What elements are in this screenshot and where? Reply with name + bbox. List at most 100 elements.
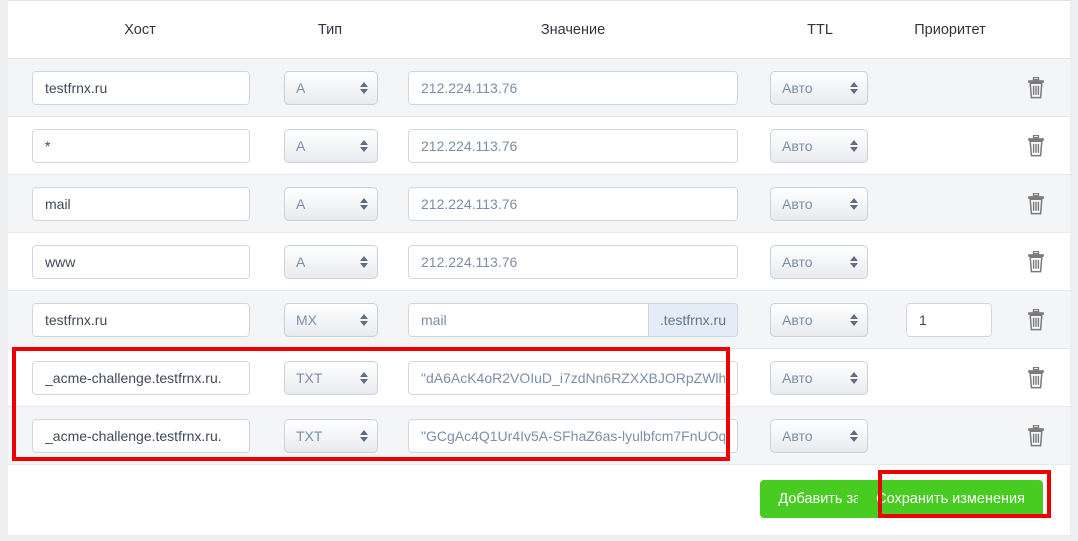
- table-row: A Авто: [8, 117, 1070, 175]
- cell-ttl: Авто: [770, 175, 868, 232]
- cell-ttl: Авто: [770, 59, 868, 116]
- record-value-input[interactable]: [408, 244, 738, 279]
- column-header-host: Хост: [124, 22, 156, 38]
- record-host-input[interactable]: [32, 186, 250, 221]
- trash-icon[interactable]: [1026, 308, 1046, 331]
- record-ttl-select[interactable]: Авто: [770, 360, 868, 395]
- chevron-updown-icon: [849, 428, 858, 444]
- record-ttl-value: Авто: [782, 311, 813, 328]
- trash-icon[interactable]: [1026, 424, 1046, 447]
- trash-icon[interactable]: [1026, 134, 1046, 157]
- table-row: A Авто: [8, 233, 1070, 291]
- column-header-type: Тип: [317, 22, 343, 38]
- record-host-input[interactable]: [32, 128, 250, 163]
- record-type-value: MX: [296, 311, 317, 328]
- cell-value: [408, 175, 738, 232]
- cell-host: [32, 117, 250, 174]
- record-type-select[interactable]: TXT: [284, 360, 378, 395]
- column-header-value: Значение: [540, 22, 606, 38]
- cell-value: .testfrnx.ru: [408, 291, 738, 348]
- chevron-updown-icon: [849, 370, 858, 386]
- record-ttl-select[interactable]: Авто: [770, 70, 868, 105]
- column-header-priority: Приоритет: [914, 22, 986, 38]
- cell-type: A: [284, 175, 378, 232]
- chevron-updown-icon: [359, 312, 368, 328]
- cell-ttl: Авто: [770, 291, 868, 348]
- record-host-input[interactable]: [32, 360, 250, 395]
- record-type-value: A: [296, 79, 306, 96]
- trash-icon[interactable]: [1026, 192, 1046, 215]
- chevron-updown-icon: [359, 80, 368, 96]
- cell-ttl: Авто: [770, 117, 868, 174]
- cell-type: A: [284, 117, 378, 174]
- record-ttl-value: Авто: [782, 369, 813, 386]
- cell-type: MX: [284, 291, 378, 348]
- cell-priority: [906, 117, 992, 174]
- records-list: AАвтоAАвтоAАвтоAАвтоMX.testfrnx.ruАвтоTX…: [8, 59, 1070, 465]
- record-ttl-value: Авто: [782, 253, 813, 270]
- chevron-updown-icon: [359, 138, 368, 154]
- cell-host: [32, 407, 250, 464]
- cell-priority: [906, 175, 992, 232]
- chevron-updown-icon: [359, 428, 368, 444]
- record-ttl-select[interactable]: Авто: [770, 128, 868, 163]
- trash-icon[interactable]: [1026, 366, 1046, 389]
- record-ttl-value: Авто: [782, 427, 813, 444]
- record-host-input[interactable]: [32, 302, 250, 337]
- record-type-value: A: [296, 253, 306, 270]
- record-ttl-select[interactable]: Авто: [770, 244, 868, 279]
- cell-host: [32, 59, 250, 116]
- record-ttl-value: Авто: [782, 137, 813, 154]
- cell-ttl: Авто: [770, 233, 868, 290]
- record-value-input[interactable]: [408, 128, 738, 163]
- table-row: TXT Авто: [8, 407, 1070, 465]
- cell-host: [32, 291, 250, 348]
- chevron-updown-icon: [359, 196, 368, 212]
- record-value-input[interactable]: [408, 186, 738, 221]
- record-ttl-select[interactable]: Авто: [770, 302, 868, 337]
- trash-icon[interactable]: [1026, 76, 1046, 99]
- cell-delete: [1014, 349, 1058, 406]
- cell-type: A: [284, 233, 378, 290]
- cell-delete: [1014, 407, 1058, 464]
- cell-priority: [906, 349, 992, 406]
- record-host-input[interactable]: [32, 418, 250, 453]
- cell-value: [408, 233, 738, 290]
- record-value-input[interactable]: [408, 302, 649, 337]
- record-type-value: A: [296, 137, 306, 154]
- record-type-select[interactable]: TXT: [284, 418, 378, 453]
- record-type-value: TXT: [296, 369, 323, 386]
- record-host-input[interactable]: [32, 244, 250, 279]
- record-type-value: TXT: [296, 427, 323, 444]
- record-priority-input[interactable]: [906, 302, 992, 337]
- column-header-ttl: TTL: [807, 22, 833, 38]
- record-type-select[interactable]: A: [284, 70, 378, 105]
- cell-type: A: [284, 59, 378, 116]
- dns-records-panel: Хост Тип Значение TTL Приоритет A Авто A Ав…: [8, 0, 1070, 535]
- record-ttl-value: Авто: [782, 195, 813, 212]
- trash-icon[interactable]: [1026, 250, 1046, 273]
- cell-host: [32, 349, 250, 406]
- record-type-select[interactable]: A: [284, 244, 378, 279]
- table-row: MX .testfrnx.ru Авто: [8, 291, 1070, 349]
- record-host-input[interactable]: [32, 70, 250, 105]
- cell-delete: [1014, 59, 1058, 116]
- record-type-select[interactable]: MX: [284, 302, 378, 337]
- cell-host: [32, 175, 250, 232]
- save-changes-button[interactable]: Сохранить изменения: [858, 480, 1043, 518]
- cell-delete: [1014, 117, 1058, 174]
- record-type-value: A: [296, 195, 306, 212]
- record-type-select[interactable]: A: [284, 128, 378, 163]
- record-value-input[interactable]: [408, 70, 738, 105]
- cell-priority: [906, 233, 992, 290]
- cell-value: [408, 349, 738, 406]
- cell-delete: [1014, 175, 1058, 232]
- record-value-input[interactable]: [408, 360, 738, 395]
- cell-type: TXT: [284, 349, 378, 406]
- cell-priority: [906, 407, 992, 464]
- record-value-input[interactable]: [408, 418, 738, 453]
- record-ttl-select[interactable]: Авто: [770, 186, 868, 221]
- record-ttl-select[interactable]: Авто: [770, 418, 868, 453]
- record-type-select[interactable]: A: [284, 186, 378, 221]
- chevron-updown-icon: [849, 196, 858, 212]
